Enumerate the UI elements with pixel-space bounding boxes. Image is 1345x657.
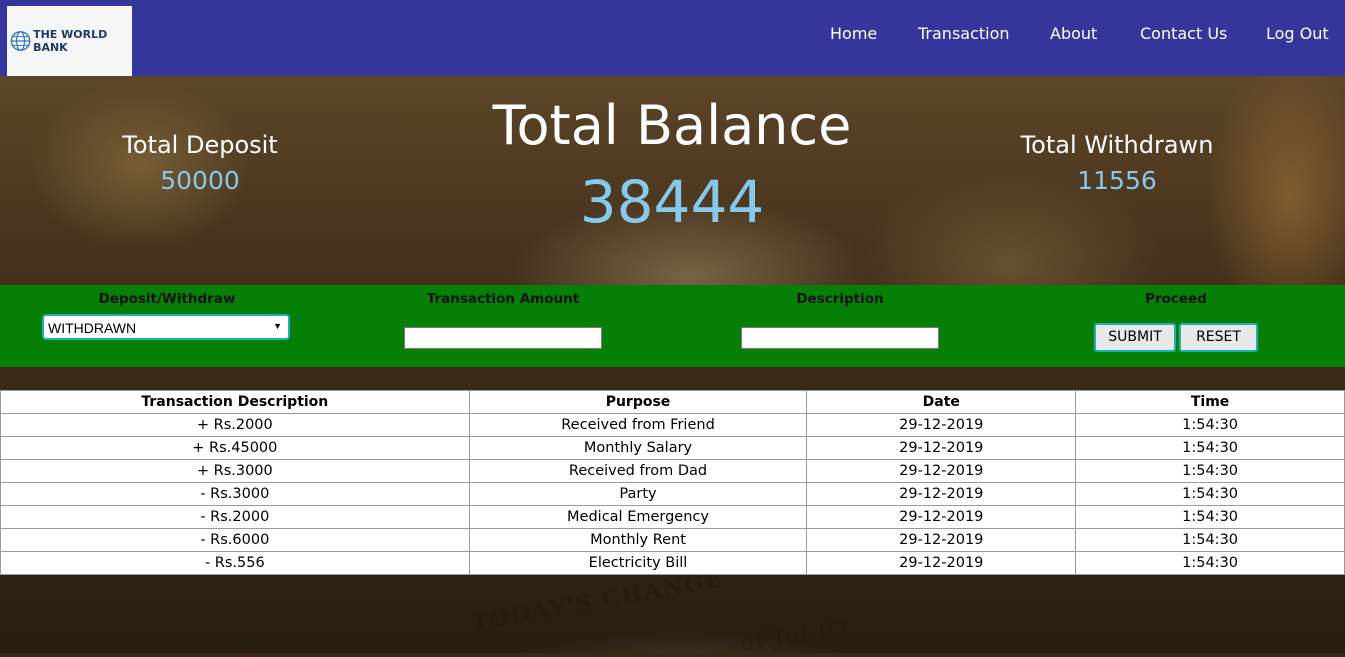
transaction-date: 29-12-2019 xyxy=(806,505,1077,529)
transaction-date: 29-12-2019 xyxy=(806,459,1077,483)
transaction-time: 1:54:30 xyxy=(1075,505,1345,529)
transaction-date: 29-12-2019 xyxy=(806,482,1077,506)
transaction-purpose: Received from Dad xyxy=(468,459,808,483)
nav-log-out[interactable]: Log Out xyxy=(1266,24,1329,43)
transaction-purpose: Monthly Rent xyxy=(468,528,808,552)
transaction-time: 1:54:30 xyxy=(1075,413,1345,437)
total-balance-label: Total Balance xyxy=(492,94,852,157)
background-dateline: of Jul 07 xyxy=(738,616,853,657)
transaction-time: 1:54:30 xyxy=(1075,482,1345,506)
amount-input[interactable] xyxy=(404,327,602,349)
transaction-amount: - Rs.6000 xyxy=(0,528,470,552)
transactions-table: Transaction Description Purpose Date Tim… xyxy=(0,390,1345,575)
nav-about[interactable]: About xyxy=(1050,24,1097,43)
table-row: - Rs.6000 Monthly Rent 29-12-2019 1:54:3… xyxy=(0,528,1345,552)
type-label: Deposit/Withdraw xyxy=(98,291,236,307)
transaction-amount: + Rs.2000 xyxy=(0,413,470,437)
description-input[interactable] xyxy=(741,327,939,349)
submit-button[interactable]: SUBMIT xyxy=(1094,323,1176,352)
table-row: - Rs.556 Electricity Bill 29-12-2019 1:5… xyxy=(0,551,1345,575)
background-headline: TODAY'S CHANGE xyxy=(469,566,726,636)
globe-icon xyxy=(10,31,31,51)
total-withdrawn-value: 11556 xyxy=(1077,166,1157,195)
table-row: - Rs.2000 Medical Emergency 29-12-2019 1… xyxy=(0,505,1345,529)
table-row: + Rs.45000 Monthly Salary 29-12-2019 1:5… xyxy=(0,436,1345,460)
column-header-description: Transaction Description xyxy=(0,390,470,414)
total-deposit-value: 50000 xyxy=(160,166,240,195)
transaction-purpose: Medical Emergency xyxy=(468,505,808,529)
table-row: + Rs.3000 Received from Dad 29-12-2019 1… xyxy=(0,459,1345,483)
transaction-date: 29-12-2019 xyxy=(806,436,1077,460)
proceed-label: Proceed xyxy=(1145,291,1207,307)
transaction-amount: + Rs.3000 xyxy=(0,459,470,483)
transaction-date: 29-12-2019 xyxy=(806,413,1077,437)
brand-name: THE WORLD BANK xyxy=(33,28,108,54)
transaction-form: Deposit/Withdraw WITHDRAWN ▼ Transaction… xyxy=(0,285,1345,367)
transaction-amount: - Rs.556 xyxy=(0,551,470,575)
transaction-date: 29-12-2019 xyxy=(806,528,1077,552)
navbar: THE WORLD BANK Home Transaction About Co… xyxy=(0,0,1345,76)
transaction-amount: + Rs.45000 xyxy=(0,436,470,460)
transaction-time: 1:54:30 xyxy=(1075,459,1345,483)
reset-button[interactable]: RESET xyxy=(1179,323,1258,352)
column-header-date: Date xyxy=(806,390,1077,414)
brand-logo[interactable]: THE WORLD BANK xyxy=(7,6,132,76)
transaction-purpose: Monthly Salary xyxy=(468,436,808,460)
transaction-time: 1:54:30 xyxy=(1075,528,1345,552)
nav-home[interactable]: Home xyxy=(830,24,877,43)
transaction-purpose: Electricity Bill xyxy=(468,551,808,575)
description-label: Description xyxy=(796,291,884,307)
chevron-down-icon: ▼ xyxy=(273,321,282,331)
column-header-purpose: Purpose xyxy=(468,390,808,414)
transaction-date: 29-12-2019 xyxy=(806,551,1077,575)
transaction-time: 1:54:30 xyxy=(1075,436,1345,460)
amount-label: Transaction Amount xyxy=(426,291,580,307)
column-header-time: Time xyxy=(1075,390,1345,414)
transaction-purpose: Party xyxy=(468,482,808,506)
nav-transaction[interactable]: Transaction xyxy=(918,24,1010,43)
total-withdrawn-label: Total Withdrawn xyxy=(1020,131,1214,159)
transaction-amount: - Rs.3000 xyxy=(0,482,470,506)
table-header-row: Transaction Description Purpose Date Tim… xyxy=(0,390,1345,414)
nav-contact-us[interactable]: Contact Us xyxy=(1140,24,1227,43)
table-row: - Rs.3000 Party 29-12-2019 1:54:30 xyxy=(0,482,1345,506)
transaction-type-select[interactable]: WITHDRAWN ▼ xyxy=(42,314,290,340)
transaction-purpose: Received from Friend xyxy=(468,413,808,437)
total-balance-value: 38444 xyxy=(579,168,765,236)
transaction-time: 1:54:30 xyxy=(1075,551,1345,575)
transaction-type-value: WITHDRAWN xyxy=(48,320,137,336)
transaction-amount: - Rs.2000 xyxy=(0,505,470,529)
total-deposit-label: Total Deposit xyxy=(122,131,278,159)
table-row: + Rs.2000 Received from Friend 29-12-201… xyxy=(0,413,1345,437)
